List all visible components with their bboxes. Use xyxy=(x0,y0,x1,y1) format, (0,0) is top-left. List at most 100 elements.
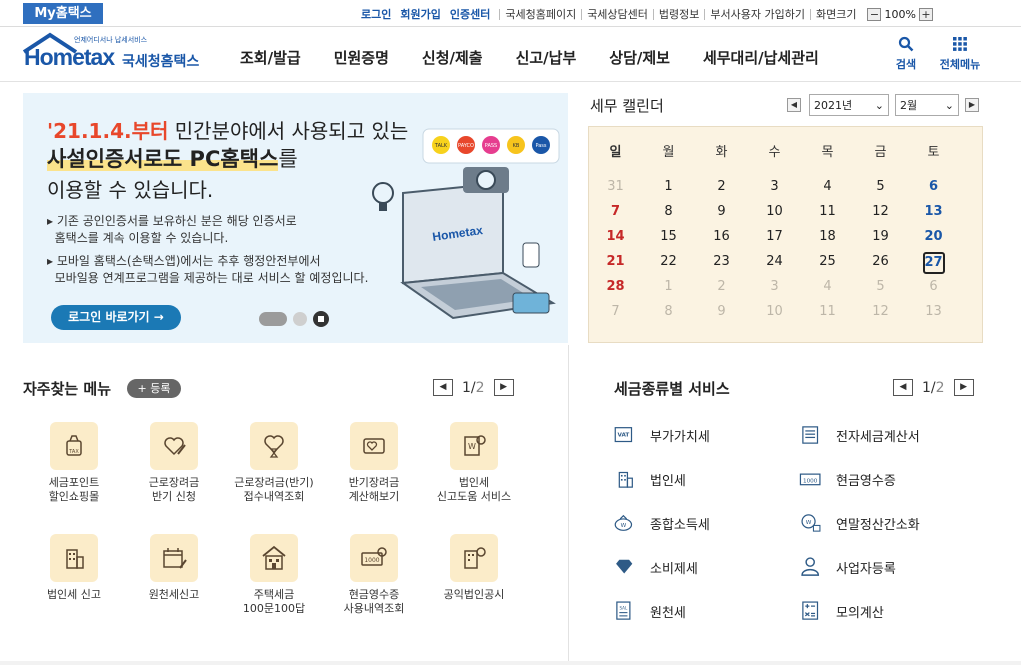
favorite-menu-item[interactable]: 반기장려금 계산해보기 xyxy=(324,422,424,504)
my-hometax-link[interactable]: My홈택스 xyxy=(23,3,103,24)
calendar-grid: 일 월 화 수 목 금 토 31 1 2 3 4 5 6 7 8 9 10 11 12 13 14 15 16 17 18 19 20… xyxy=(588,126,983,343)
top-bar: My홈택스 로그인 회원가입 인증센터 국세청홈페이지 국세상담센터 법령정보 … xyxy=(0,0,1021,27)
calendar-day[interactable]: 19 xyxy=(854,227,907,252)
calendar-day[interactable]: 5 xyxy=(854,177,907,202)
nav-item-certificate[interactable]: 민원증명 xyxy=(334,47,389,68)
tax-service-item[interactable]: 사업자등록 xyxy=(798,554,896,580)
calendar-day[interactable]: 8 xyxy=(642,202,695,227)
weekday-header: 일 xyxy=(609,145,622,160)
calendar-day[interactable]: 13 xyxy=(907,202,960,227)
weekday-header: 화 xyxy=(715,145,728,160)
favorite-menu-item[interactable]: 근로장려금(반기) 접수내역조회 xyxy=(224,422,324,504)
calendar-day[interactable]: 16 xyxy=(695,227,748,252)
calendar-day[interactable]: 22 xyxy=(642,252,695,277)
calendar-day[interactable]: 21 xyxy=(589,252,642,277)
calendar-day: 6 xyxy=(929,279,938,294)
calendar-day[interactable]: 12 xyxy=(854,202,907,227)
tax-service-item[interactable]: SAL 원천세 xyxy=(612,598,686,624)
tax-services-title: 세금종류별 서비스 xyxy=(614,380,730,398)
prev-month-button[interactable]: ◀ xyxy=(787,98,801,112)
diamond-icon xyxy=(612,554,638,580)
favorite-menu-item[interactable]: 근로장려금 반기 신청 xyxy=(124,422,224,504)
calendar-day[interactable]: 26 xyxy=(854,252,907,277)
year-select[interactable]: 2021년 ⌄ xyxy=(809,94,889,116)
favorite-menu-item[interactable]: TAX 세금포인트 할인쇼핑몰 xyxy=(24,422,124,504)
login-shortcut-button[interactable]: 로그인 바로가기 → xyxy=(51,305,181,330)
counsel-center-link[interactable]: 국세상담센터 xyxy=(581,8,653,20)
favorite-label-line2: 사용내역조회 xyxy=(343,602,405,615)
zoom-out-button[interactable]: − xyxy=(867,7,882,21)
calendar-day[interactable]: 1 xyxy=(642,177,695,202)
favorite-menu-item[interactable]: 원천세신고 xyxy=(124,534,224,602)
nav-item-apply[interactable]: 신청/제출 xyxy=(422,47,483,68)
tax-service-label: 연말정산간소화 xyxy=(836,517,920,533)
next-month-button[interactable]: ▶ xyxy=(965,98,979,112)
nts-homepage-link[interactable]: 국세청홈페이지 xyxy=(499,8,581,20)
tax-service-item[interactable]: W 연말정산간소화 xyxy=(798,510,920,536)
calendar-day[interactable]: 10 xyxy=(748,202,801,227)
calendar-day[interactable]: 11 xyxy=(801,202,854,227)
calendar-day[interactable]: 6 xyxy=(907,177,960,202)
nav-item-agent[interactable]: 세무대리/납세관리 xyxy=(703,47,819,68)
favorite-menu-item[interactable]: 공익법인공시 xyxy=(424,534,524,602)
favorite-menu-item[interactable]: 주택세금 100문100답 xyxy=(224,534,324,616)
favorite-menu-item[interactable]: W 법인세 신고도움 서비스 xyxy=(424,422,524,504)
nav-item-inquiry[interactable]: 조회/발급 xyxy=(240,47,301,68)
tax-service-item[interactable]: 1000 현금영수증 xyxy=(798,466,896,492)
add-favorite-button[interactable]: + 등록 xyxy=(127,379,181,398)
calendar-week: 21 22 23 24 25 26 27 xyxy=(589,252,984,277)
favorites-next-button[interactable]: ▶ xyxy=(493,379,514,396)
won-search-icon: W xyxy=(798,510,824,536)
calendar-day[interactable]: 24 xyxy=(748,252,801,277)
favorite-menu-item[interactable]: 법인세 신고 xyxy=(24,534,124,602)
tax-service-label: 사업자등록 xyxy=(836,561,896,577)
calendar-day[interactable]: 2 xyxy=(695,177,748,202)
calendar-week: 28 1 2 3 4 5 6 xyxy=(589,277,984,302)
search-button[interactable]: 검색 xyxy=(893,34,919,72)
tax-service-item[interactable]: 법인세 xyxy=(612,466,686,492)
screen-size-label: 화면크기 xyxy=(809,8,861,20)
month-select[interactable]: 2월 ⌄ xyxy=(895,94,959,116)
calendar-day[interactable]: 4 xyxy=(801,177,854,202)
tax-service-item[interactable]: 소비제세 xyxy=(612,554,698,580)
banner-dot-2[interactable] xyxy=(293,312,307,326)
zoom-in-button[interactable]: + xyxy=(918,7,933,21)
calendar-day[interactable]: 7 xyxy=(589,202,642,227)
calendar-day[interactable]: 23 xyxy=(695,252,748,277)
signup-link[interactable]: 회원가입 xyxy=(400,6,440,22)
calendar-day[interactable]: 3 xyxy=(748,177,801,202)
nav-item-report-pay[interactable]: 신고/납부 xyxy=(516,47,577,68)
main-banner[interactable]: '21.1.4.부터 민간분야에서 사용되고 있는 사설인증서로도 PC홈택스를… xyxy=(23,93,568,343)
login-link[interactable]: 로그인 xyxy=(361,6,391,22)
calendar-day[interactable]: 18 xyxy=(801,227,854,252)
calendar-day[interactable]: 27 xyxy=(907,252,960,277)
calendar-day[interactable]: 9 xyxy=(695,202,748,227)
favorites-prev-button[interactable]: ◀ xyxy=(433,379,453,396)
banner-dot-1[interactable] xyxy=(259,312,287,326)
calendar-today[interactable]: 27 xyxy=(922,252,945,274)
hometax-logo[interactable]: 언제어디서나 납세서비스 Hometax 국세청홈택스 xyxy=(22,32,212,74)
page-bottom xyxy=(0,661,1021,665)
tax-service-item[interactable]: W 종합소득세 xyxy=(612,510,710,536)
banner-stop-button[interactable] xyxy=(313,311,329,327)
building-icon xyxy=(50,534,98,582)
calendar-day[interactable]: 28 xyxy=(589,277,642,302)
banner-description: ▸ 기존 공인인증서를 보유하신 분은 해당 인증서로 홈택스를 계속 이용할 … xyxy=(47,213,368,293)
favorite-menu-item[interactable]: 1000 현금영수증 사용내역조회 xyxy=(324,534,424,616)
calendar-day[interactable]: 17 xyxy=(748,227,801,252)
calendar-day[interactable]: 25 xyxy=(801,252,854,277)
tax-next-button[interactable]: ▶ xyxy=(953,379,974,396)
cert-center-link[interactable]: 인증센터 xyxy=(450,6,490,22)
law-info-link[interactable]: 법령정보 xyxy=(652,8,704,20)
tax-service-item[interactable]: VAT 부가가치세 xyxy=(612,422,710,448)
calendar-day[interactable]: 15 xyxy=(642,227,695,252)
tax-service-item[interactable]: 모의계산 xyxy=(798,598,884,624)
calendar-day[interactable]: 20 xyxy=(907,227,960,252)
all-menu-button[interactable]: 전체메뉴 xyxy=(934,34,986,72)
tax-prev-button[interactable]: ◀ xyxy=(893,379,913,396)
favorite-label-line1: 근로장려금(반기) xyxy=(234,476,314,489)
dept-user-join-link[interactable]: 부서사용자 가입하기 xyxy=(704,8,810,20)
tax-service-item[interactable]: 전자세금계산서 xyxy=(798,422,920,448)
calendar-day[interactable]: 14 xyxy=(589,227,642,252)
nav-item-consult[interactable]: 상담/제보 xyxy=(609,47,670,68)
